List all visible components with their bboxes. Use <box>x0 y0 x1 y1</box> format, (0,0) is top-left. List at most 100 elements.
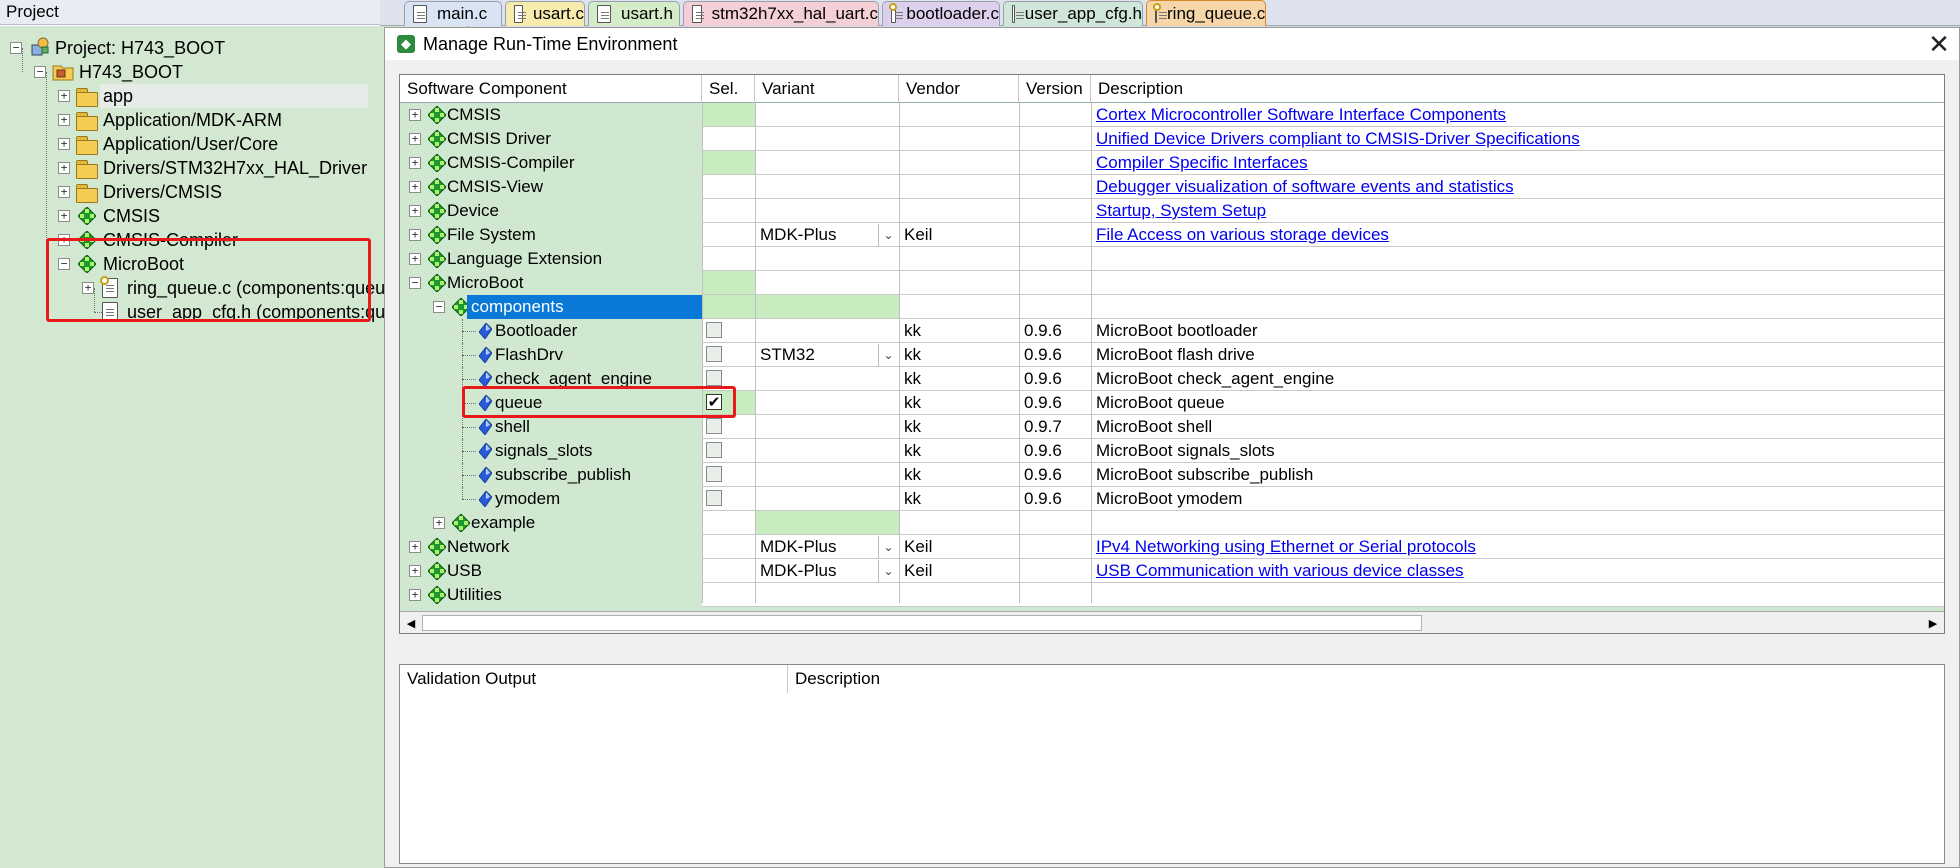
description-link[interactable]: USB Communication with various device cl… <box>1096 561 1464 581</box>
component-row-microboot[interactable]: − MicroBoot <box>400 271 1944 295</box>
description-link[interactable]: Unified Device Drivers compliant to CMSI… <box>1096 129 1580 149</box>
version-cell: 0.9.6 <box>1024 393 1062 412</box>
description-cell[interactable]: Unified Device Drivers compliant to CMSI… <box>1091 127 1944 151</box>
component-row-cmsis[interactable]: + CMSIS Cortex Microcontroller Software In… <box>400 103 1944 127</box>
description-cell[interactable]: IPv4 Networking using Ethernet or Serial… <box>1091 535 1944 559</box>
expand-icon[interactable]: + <box>409 541 421 553</box>
component-row-signals-slots[interactable]: signals_slots kk 0.9.6 MicroBoot signals_sl… <box>400 439 1944 463</box>
component-row-file-system[interactable]: + File System MDK-Plus ⌄ Keil File Access on … <box>400 223 1944 247</box>
description-cell[interactable]: Compiler Specific Interfaces <box>1091 151 1944 175</box>
vendor-cell <box>899 247 1019 271</box>
select-checkbox[interactable] <box>706 322 722 338</box>
component-row-subscribe-publish[interactable]: subscribe_publish kk 0.9.6 MicroBoot subscr… <box>400 463 1944 487</box>
description-cell[interactable]: Startup, System Setup <box>1091 199 1944 223</box>
select-checkbox[interactable] <box>706 346 722 362</box>
description-link[interactable]: Compiler Specific Interfaces <box>1096 153 1308 173</box>
expand-icon[interactable]: + <box>58 162 70 174</box>
expand-icon[interactable]: + <box>58 114 70 126</box>
description-cell[interactable]: File Access on various storage devices <box>1091 223 1944 247</box>
select-checkbox[interactable] <box>706 370 722 386</box>
column-header-software-component[interactable]: Software Component <box>400 75 702 103</box>
version-cell: 0.9.6 <box>1024 369 1062 388</box>
collapse-icon[interactable]: − <box>10 42 22 54</box>
folder-icon <box>76 88 98 107</box>
grid-column-line <box>899 103 900 603</box>
vendor-cell: kk <box>904 369 921 388</box>
expand-icon[interactable]: + <box>409 157 421 169</box>
column-header-version[interactable]: Version <box>1019 75 1091 103</box>
component-row-ymodem[interactable]: ymodem kk 0.9.6 MicroBoot ymodem <box>400 487 1944 511</box>
component-row-bootloader[interactable]: Bootloader kk 0.9.6 MicroBoot bootloader <box>400 319 1944 343</box>
component-row-cmsis-compiler[interactable]: + CMSIS-Compiler Compiler Specific Interfa… <box>400 151 1944 175</box>
select-checkbox[interactable] <box>706 466 722 482</box>
expand-icon[interactable]: + <box>409 133 421 145</box>
description-link[interactable]: File Access on various storage devices <box>1096 225 1389 245</box>
horizontal-scrollbar[interactable]: ◀ ▶ <box>400 611 1944 633</box>
description-cell[interactable]: Cortex Microcontroller Software Interfac… <box>1091 103 1944 127</box>
description-cell: MicroBoot ymodem <box>1091 487 1944 511</box>
component-row-cmsis-view[interactable]: + CMSIS-View Debugger visualization of sof… <box>400 175 1944 199</box>
expand-icon[interactable]: + <box>58 210 70 222</box>
select-checkbox[interactable] <box>706 442 722 458</box>
collapse-icon[interactable]: − <box>34 66 46 78</box>
column-header-description[interactable]: Description <box>1091 75 1944 103</box>
tab-label: stm32h7xx_hal_uart.c <box>711 4 878 23</box>
expand-icon[interactable]: + <box>433 517 445 529</box>
description-cell: MicroBoot flash drive <box>1091 343 1944 367</box>
chevron-down-icon[interactable]: ⌄ <box>878 536 898 558</box>
expand-icon[interactable]: + <box>409 565 421 577</box>
component-row-usb[interactable]: + USB MDK-Plus ⌄ Keil USB Communication with … <box>400 559 1944 583</box>
component-row-flashdrv[interactable]: FlashDrv STM32 ⌄ kk 0.9.6 MicroBoot flash dri… <box>400 343 1944 367</box>
scrollbar-thumb[interactable] <box>422 615 1422 631</box>
expand-icon[interactable]: + <box>58 138 70 150</box>
component-row-components[interactable]: − components <box>400 295 1944 319</box>
component-name: USB <box>447 561 482 580</box>
tab-usart-h[interactable]: usart.h <box>588 1 680 26</box>
column-header-vendor[interactable]: Vendor <box>899 75 1019 103</box>
scroll-right-icon[interactable]: ▶ <box>1924 614 1942 632</box>
description-cell[interactable]: USB Communication with various device cl… <box>1091 559 1944 583</box>
column-header-variant[interactable]: Variant <box>755 75 899 103</box>
description-link[interactable]: Cortex Microcontroller Software Interfac… <box>1096 105 1506 125</box>
tab-main-c[interactable]: main.c <box>404 1 502 26</box>
chevron-down-icon[interactable]: ⌄ <box>878 224 898 246</box>
select-checkbox[interactable] <box>706 490 722 506</box>
chevron-down-icon[interactable]: ⌄ <box>878 560 898 582</box>
scroll-left-icon[interactable]: ◀ <box>402 614 420 632</box>
expand-icon[interactable]: + <box>409 253 421 265</box>
description-cell[interactable]: Debugger visualization of software event… <box>1091 175 1944 199</box>
component-row-cmsis-driver[interactable]: + CMSIS Driver Unified Device Drivers comp… <box>400 127 1944 151</box>
close-icon[interactable]: ✕ <box>1919 29 1959 59</box>
description-link[interactable]: IPv4 Networking using Ethernet or Serial… <box>1096 537 1476 557</box>
expand-icon[interactable]: + <box>409 205 421 217</box>
version-cell: 0.9.6 <box>1024 345 1062 364</box>
component-row-language-extension[interactable]: + Language Extension <box>400 247 1944 271</box>
description-link[interactable]: Debugger visualization of software event… <box>1096 177 1514 197</box>
component-row-shell[interactable]: shell kk 0.9.7 MicroBoot shell <box>400 415 1944 439</box>
expand-icon[interactable]: + <box>409 109 421 121</box>
tab-usart-c[interactable]: usart.c <box>505 1 585 26</box>
vendor-cell: kk <box>904 321 921 340</box>
folder-icon <box>76 184 98 203</box>
component-row-device[interactable]: + Device Startup, System Setup <box>400 199 1944 223</box>
collapse-icon[interactable]: − <box>433 301 445 313</box>
select-checkbox[interactable] <box>706 418 722 434</box>
chevron-down-icon[interactable]: ⌄ <box>878 344 898 366</box>
component-row-example[interactable]: + example <box>400 511 1944 535</box>
expand-icon[interactable]: + <box>58 186 70 198</box>
component-name: Language Extension <box>447 249 603 268</box>
tab-user-app-cfg-h[interactable]: user_app_cfg.h <box>1003 1 1143 26</box>
component-row-network[interactable]: + Network MDK-Plus ⌄ Keil IPv4 Networking usi… <box>400 535 1944 559</box>
tab-bootloader-c[interactable]: bootloader.c <box>882 1 1000 26</box>
component-row-utilities[interactable]: + Utilities <box>400 583 1944 607</box>
column-header-sel[interactable]: Sel. <box>702 75 755 103</box>
tab-ring-queue-c[interactable]: ring_queue.c <box>1146 0 1266 26</box>
expand-icon[interactable]: + <box>409 229 421 241</box>
expand-icon[interactable]: + <box>409 589 421 601</box>
description-link[interactable]: Startup, System Setup <box>1096 201 1266 221</box>
expand-icon[interactable]: + <box>58 90 70 102</box>
tab-stm32h7xx-hal-uart-c[interactable]: stm32h7xx_hal_uart.c <box>683 1 879 26</box>
tree-guide <box>462 331 476 332</box>
collapse-icon[interactable]: − <box>409 277 421 289</box>
expand-icon[interactable]: + <box>409 181 421 193</box>
